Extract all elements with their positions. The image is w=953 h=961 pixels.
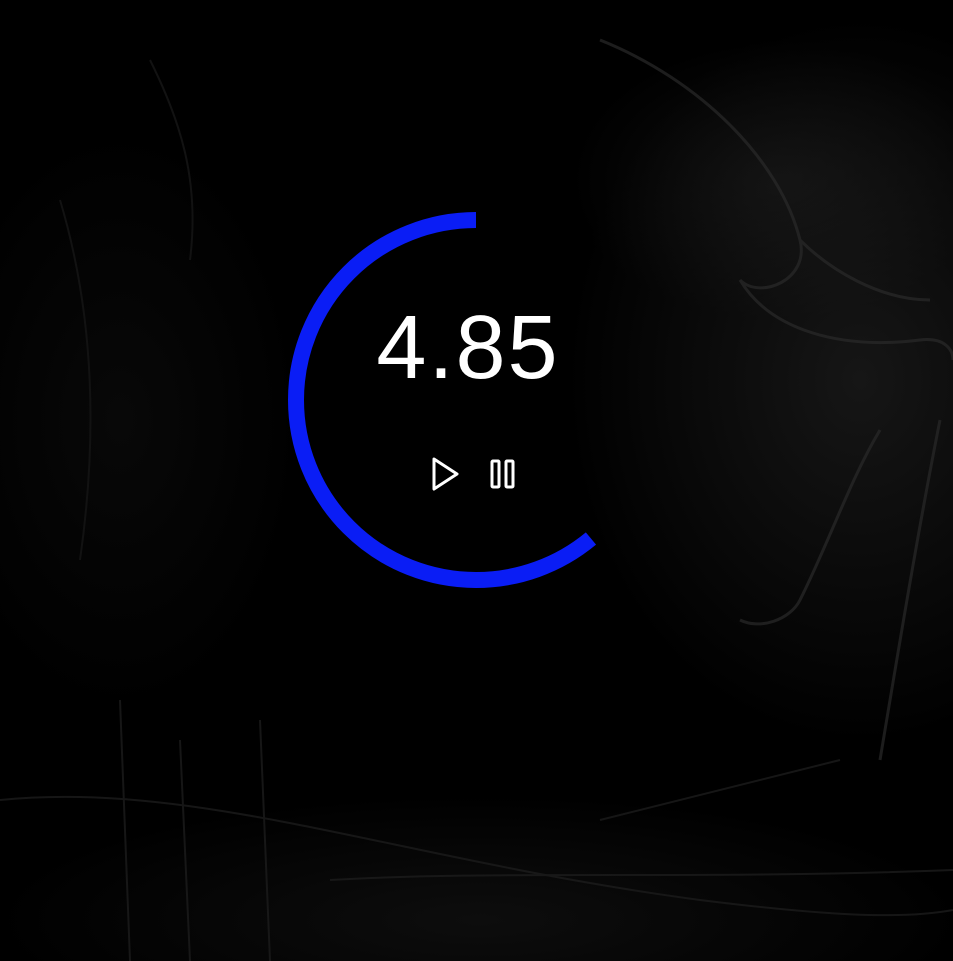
pause-icon [490, 459, 515, 489]
pause-button[interactable] [486, 455, 520, 493]
progress-ring [288, 212, 664, 588]
play-icon [432, 457, 459, 491]
timer-value: 4.85 [376, 298, 560, 398]
timer-screen: 4.85 [0, 0, 953, 961]
play-button[interactable] [428, 455, 462, 493]
playback-controls [428, 454, 528, 494]
countdown-timer: 4.85 [288, 212, 664, 588]
